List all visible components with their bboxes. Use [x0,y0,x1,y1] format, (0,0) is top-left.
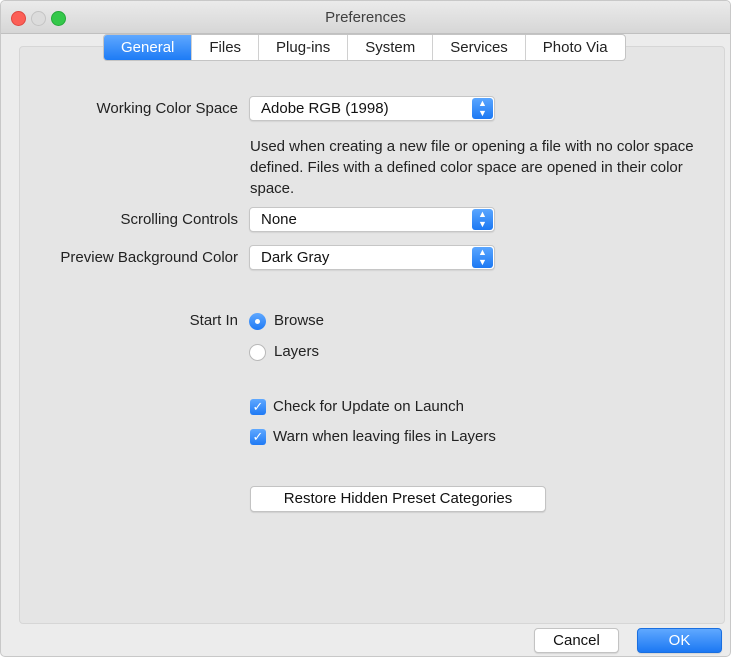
preview-background-color-value: Dark Gray [261,249,330,266]
scrolling-controls-label: Scrolling Controls [120,211,238,228]
start-in-browse-radio[interactable] [249,313,266,330]
chevron-up-down-icon: ▲ ▼ [472,98,493,119]
title-bar[interactable]: Preferences [1,1,730,34]
tab-services[interactable]: Services [432,35,525,60]
tab-bar: General Files Plug-ins System Services P… [103,34,626,61]
tab-general[interactable]: General [104,35,192,60]
chevron-up-down-icon: ▲ ▼ [472,209,493,230]
tab-system[interactable]: System [347,35,432,60]
window-title: Preferences [325,9,406,26]
tab-files[interactable]: Files [191,35,258,60]
check-for-update-checkbox[interactable]: ✓ [250,399,266,415]
working-color-space-value: Adobe RGB (1998) [261,100,389,117]
start-in-layers-radio[interactable] [249,344,266,361]
check-for-update-label[interactable]: Check for Update on Launch [273,398,464,415]
cancel-button[interactable]: Cancel [534,628,619,653]
tab-plug-ins[interactable]: Plug-ins [258,35,347,60]
ok-button[interactable]: OK [637,628,722,653]
start-in-label: Start In [189,312,238,329]
preferences-window: Preferences General Files Plug-ins Syste… [0,0,731,657]
start-in-layers-label[interactable]: Layers [274,343,319,360]
working-color-space-note: Used when creating a new file or opening… [250,138,694,197]
start-in-browse-label[interactable]: Browse [274,312,324,329]
chevron-up-down-icon: ▲ ▼ [472,247,493,268]
preview-background-color-select[interactable]: Dark Gray ▲ ▼ [249,245,495,270]
restore-hidden-preset-categories-button[interactable]: Restore Hidden Preset Categories [250,486,546,512]
preferences-panel [19,46,725,624]
working-color-space-label: Working Color Space [96,100,238,117]
scrolling-controls-select[interactable]: None ▲ ▼ [249,207,495,232]
scrolling-controls-value: None [261,211,297,228]
tab-photo-via[interactable]: Photo Via [524,35,625,60]
warn-leaving-files-checkbox[interactable]: ✓ [250,429,266,445]
preview-background-color-label: Preview Background Color [60,249,238,266]
working-color-space-select[interactable]: Adobe RGB (1998) ▲ ▼ [249,96,495,121]
warn-leaving-files-label[interactable]: Warn when leaving files in Layers [273,428,496,445]
